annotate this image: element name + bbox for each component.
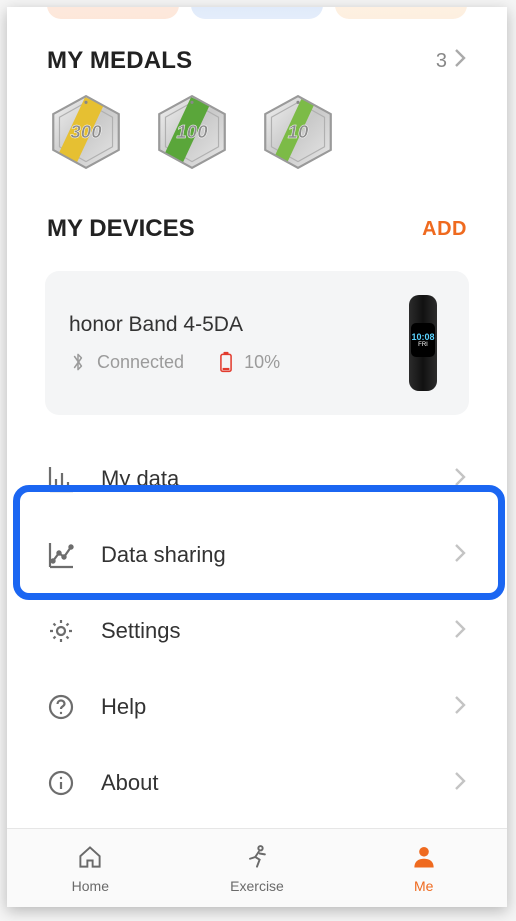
chevron-right-icon: [453, 542, 467, 569]
tab-exercise[interactable]: Exercise: [174, 829, 341, 907]
device-meta: Connected 10%: [69, 351, 280, 373]
device-status: Connected: [97, 352, 184, 373]
bluetooth-icon: [69, 351, 87, 373]
menu-item-my-data[interactable]: My data: [7, 441, 507, 517]
menu-label: Data sharing: [101, 542, 226, 568]
bottom-tab-bar: Home Exercise Me: [7, 828, 507, 907]
svg-text:300: 300: [70, 121, 102, 142]
svg-text:10: 10: [288, 121, 309, 142]
medal-300[interactable]: 300: [47, 93, 125, 171]
menu-label: About: [101, 770, 159, 796]
menu-list: My data Data sharing: [7, 441, 507, 821]
device-card[interactable]: honor Band 4-5DA Connected 10%: [45, 271, 469, 415]
tab-label: Me: [414, 878, 433, 894]
menu-item-help[interactable]: Help: [7, 669, 507, 745]
device-name: honor Band 4-5DA: [69, 313, 280, 337]
menu-label: Help: [101, 694, 146, 720]
chevron-right-icon: [453, 618, 467, 645]
tab-me[interactable]: Me: [340, 829, 507, 907]
previous-section-peek: [7, 7, 507, 19]
menu-label: Settings: [101, 618, 181, 644]
info-icon: [47, 769, 83, 797]
chevron-right-icon: [453, 770, 467, 797]
bar-chart-icon: [47, 465, 83, 493]
my-medals-more[interactable]: 3: [436, 48, 467, 74]
tab-label: Home: [72, 878, 109, 894]
tab-home[interactable]: Home: [7, 829, 174, 907]
app-screen: MY MEDALS 3: [7, 7, 507, 907]
home-icon: [75, 843, 105, 874]
medals-count: 3: [436, 50, 447, 73]
medals-row: 300 100: [7, 75, 507, 171]
scroll-content[interactable]: MY MEDALS 3: [7, 7, 507, 828]
medal-100[interactable]: 100: [153, 93, 231, 171]
menu-item-data-sharing[interactable]: Data sharing: [7, 517, 507, 593]
medal-10[interactable]: 10: [259, 93, 337, 171]
tab-label: Exercise: [230, 878, 284, 894]
device-battery: 10%: [244, 352, 280, 373]
menu-item-about[interactable]: About: [7, 745, 507, 821]
help-icon: [47, 693, 83, 721]
my-medals-header[interactable]: MY MEDALS 3: [7, 47, 507, 75]
battery-low-icon: [218, 351, 234, 373]
my-devices-header: MY DEVICES ADD: [7, 215, 507, 243]
svg-text:100: 100: [176, 121, 208, 142]
menu-item-settings[interactable]: Settings: [7, 593, 507, 669]
menu-label: My data: [101, 466, 179, 492]
chevron-right-icon: [453, 48, 467, 74]
device-info: honor Band 4-5DA Connected 10%: [69, 313, 280, 373]
my-medals-title: MY MEDALS: [47, 47, 192, 75]
device-image: 10:08 FRI: [401, 295, 445, 391]
line-chart-icon: [47, 541, 83, 569]
chevron-right-icon: [453, 694, 467, 721]
person-icon: [409, 843, 439, 874]
my-devices-title: MY DEVICES: [47, 215, 195, 243]
gear-icon: [47, 617, 83, 645]
running-icon: [242, 843, 272, 874]
add-device-button[interactable]: ADD: [422, 218, 467, 241]
chevron-right-icon: [453, 466, 467, 493]
